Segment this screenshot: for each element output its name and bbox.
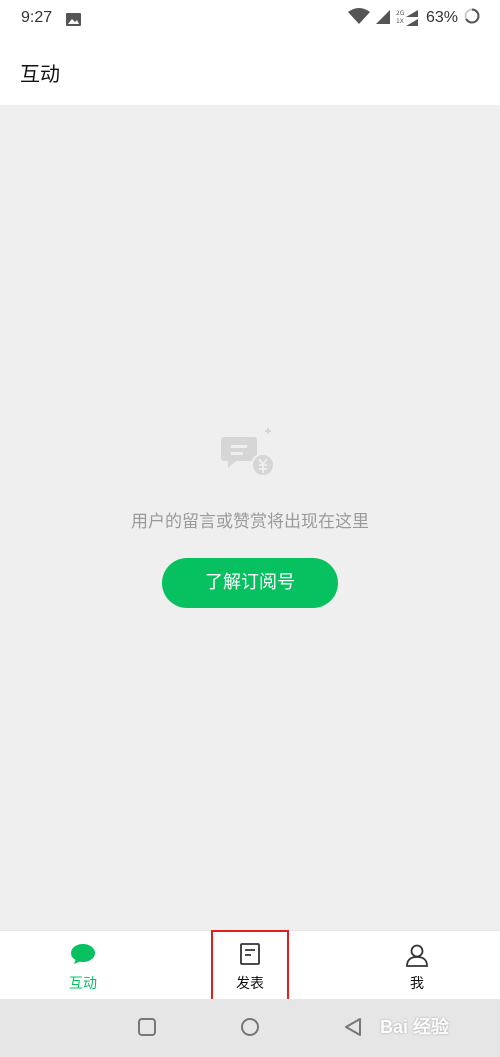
page-title: 互动 — [20, 62, 60, 86]
battery-percent: 63% — [425, 9, 458, 26]
signal-1x-label: 1X — [395, 18, 404, 25]
page-header: 互动 — [0, 38, 500, 105]
status-time: 9:27 — [21, 9, 53, 26]
back-icon[interactable] — [343, 1017, 363, 1041]
chat-bubble-icon — [70, 943, 96, 969]
status-bar: 9:27 2G 1X 63% — [0, 0, 500, 38]
image-notification-icon — [66, 11, 81, 30]
system-nav-bar: Bai 经验 — [0, 999, 500, 1057]
comment-reward-icon — [221, 427, 277, 491]
home-icon[interactable] — [240, 1017, 260, 1041]
battery-ring-icon — [464, 8, 480, 28]
cell-signal-icon — [375, 9, 390, 28]
signal-2g-label: 2G — [395, 10, 405, 17]
learn-subscription-button[interactable]: 了解订阅号 — [162, 558, 338, 608]
tab-interact[interactable]: 互动 — [33, 931, 133, 999]
highlight-annotation-box — [211, 930, 289, 1003]
tab-interact-label: 互动 — [69, 976, 97, 992]
cell-signal-2g-icon: 2G 1X — [396, 10, 418, 26]
watermark: Bai 经验 — [380, 1017, 450, 1037]
person-icon — [405, 943, 429, 971]
empty-state-message: 用户的留言或赞赏将出现在这里 — [131, 512, 369, 532]
tab-me-label: 我 — [410, 976, 424, 992]
wifi-icon — [347, 8, 370, 28]
recents-icon[interactable] — [137, 1017, 157, 1041]
main-content: 用户的留言或赞赏将出现在这里 了解订阅号 — [0, 105, 500, 930]
status-indicators: 2G 1X 63% — [342, 8, 480, 28]
tab-me[interactable]: 我 — [367, 931, 467, 999]
